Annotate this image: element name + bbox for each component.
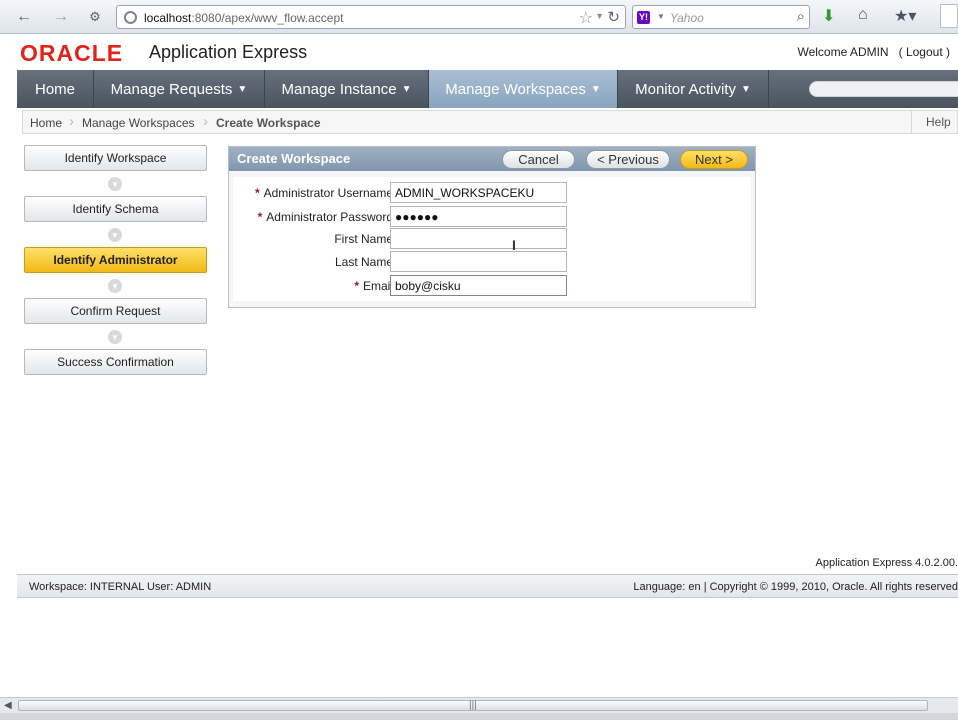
workspace-info: Workspace: INTERNAL User: ADMIN xyxy=(29,581,212,593)
step-arrow-icon: ▼ xyxy=(108,228,122,242)
browser-search-bar[interactable]: Y! ▼ Yahoo ⌕ xyxy=(632,5,810,29)
breadcrumb-home[interactable]: Home xyxy=(30,116,62,130)
back-arrow-icon[interactable]: ← xyxy=(13,6,35,28)
site-identity-icon[interactable]: ⚙ xyxy=(84,6,106,28)
field-label: * Administrator Password xyxy=(257,210,393,224)
create-workspace-region: Create Workspace Cancel < Previous Next … xyxy=(228,146,756,308)
region-title: Create Workspace xyxy=(237,151,351,166)
tab-search-input[interactable] xyxy=(809,81,958,97)
scrollbar-thumb[interactable]: ||| xyxy=(18,700,928,711)
help-link[interactable]: Help xyxy=(911,111,957,133)
logout-link[interactable]: ( Logout ) xyxy=(899,45,950,59)
address-bar[interactable]: localhost:8080/apex/wwv_flow.accept ☆ ▼ … xyxy=(116,5,626,29)
star-icon[interactable]: ☆ xyxy=(579,8,593,28)
administrator-password-input[interactable] xyxy=(390,206,567,227)
field-label: * Email xyxy=(354,279,393,293)
tab-manage-requests[interactable]: Manage Requests ▼ xyxy=(94,70,265,108)
step-label: Identify Schema xyxy=(72,202,159,216)
form-row-last-name: Last Name xyxy=(233,251,573,274)
form-row-first-name: First Name xyxy=(233,228,573,251)
wizard-step-confirm-request: Confirm Request xyxy=(24,298,207,324)
field-label: First Name xyxy=(334,232,393,246)
version-text: Application Express 4.0.2.00. xyxy=(815,557,958,569)
home-icon[interactable]: ⌂ xyxy=(858,6,868,24)
search-engine-placeholder: Yahoo xyxy=(670,11,704,25)
tab-monitor-activity[interactable]: Monitor Activity ▼ xyxy=(618,70,769,108)
scroll-left-arrow-icon[interactable]: ◀ xyxy=(4,700,12,711)
required-marker: * xyxy=(254,186,260,200)
wizard-step-identify-workspace: Identify Workspace xyxy=(24,145,207,171)
next-button[interactable]: Next > xyxy=(680,150,748,169)
apex-header: ORACLE Application Express Welcome ADMIN… xyxy=(0,34,958,70)
app-title: Application Express xyxy=(149,42,308,62)
status-bar xyxy=(0,713,958,720)
welcome-text: Welcome ADMIN xyxy=(797,45,889,59)
reload-icon[interactable]: ↻ xyxy=(607,8,620,26)
step-arrow-icon: ▼ xyxy=(108,177,122,191)
oracle-logo: ORACLE xyxy=(20,40,124,66)
caret-down-icon: ▼ xyxy=(590,83,601,95)
tab-manage-workspaces[interactable]: Manage Workspaces ▼ xyxy=(429,70,618,108)
administrator-username-input[interactable] xyxy=(390,182,567,203)
browser-toolbar: ← → ⚙ localhost:8080/apex/wwv_flow.accep… xyxy=(0,0,958,34)
required-marker: * xyxy=(257,210,263,224)
field-label: Last Name xyxy=(334,255,393,269)
first-name-input[interactable] xyxy=(390,228,567,249)
field-label: * Administrator Username xyxy=(254,186,393,200)
caret-down-icon: ▼ xyxy=(237,83,248,95)
form-row-username: * Administrator Username xyxy=(233,182,573,205)
form-row-email: * Email xyxy=(233,275,573,298)
cancel-button[interactable]: Cancel xyxy=(502,150,575,169)
globe-icon xyxy=(124,11,137,24)
tab-label: Monitor Activity xyxy=(635,80,736,98)
url-text[interactable]: localhost:8080/apex/wwv_flow.accept xyxy=(144,11,343,25)
tab-label: Manage Instance xyxy=(281,80,397,98)
tab-label: Manage Requests xyxy=(110,80,233,98)
download-icon[interactable]: ⬇ xyxy=(822,6,835,26)
breadcrumb-current: Create Workspace xyxy=(216,116,321,130)
step-label: Identify Administrator xyxy=(53,253,178,267)
breadcrumb-separator-icon: › xyxy=(203,113,208,130)
welcome-area: Welcome ADMIN ( Logout ) xyxy=(797,45,950,59)
last-name-input[interactable] xyxy=(390,251,567,272)
search-icon[interactable]: ⌕ xyxy=(797,8,805,25)
email-field[interactable] xyxy=(390,275,567,296)
form-row-password: * Administrator Password xyxy=(233,206,573,229)
step-label: Success Confirmation xyxy=(57,355,174,369)
region-header: Create Workspace Cancel < Previous Next … xyxy=(229,147,755,171)
wizard-step-success-confirmation: Success Confirmation xyxy=(24,349,207,375)
footer: Workspace: INTERNAL User: ADMIN Language… xyxy=(17,574,958,598)
step-label: Confirm Request xyxy=(70,304,161,318)
grip-icon: ||| xyxy=(469,700,477,711)
tab-manage-instance[interactable]: Manage Instance ▼ xyxy=(265,70,429,108)
step-arrow-icon: ▼ xyxy=(108,330,122,344)
breadcrumb-manage-workspaces[interactable]: Manage Workspaces xyxy=(82,116,195,130)
caret-down-icon: ▼ xyxy=(740,83,751,95)
wizard-step-identify-schema: Identify Schema xyxy=(24,196,207,222)
main-tabs: Home Manage Requests ▼ Manage Instance ▼ M… xyxy=(17,70,958,108)
chevron-down-icon[interactable]: ▼ xyxy=(595,11,604,21)
bookmark-icon[interactable]: ★▾ xyxy=(894,6,916,26)
breadcrumb-separator-icon: › xyxy=(69,113,74,130)
tab-home[interactable]: Home xyxy=(17,70,94,108)
required-marker: * xyxy=(354,279,359,293)
administrator-form: *Administrator Username *Administrator P… xyxy=(233,177,751,301)
caret-down-icon: ▼ xyxy=(401,83,412,95)
menu-button[interactable] xyxy=(940,4,958,28)
breadcrumb: Home › Manage Workspaces › Create Worksp… xyxy=(22,110,958,134)
step-arrow-icon: ▼ xyxy=(108,279,122,293)
language-copyright: Language: en | Copyright © 1999, 2010, O… xyxy=(633,581,958,593)
step-label: Identify Workspace xyxy=(64,151,167,165)
chevron-down-icon[interactable]: ▼ xyxy=(657,12,665,21)
tab-label: Manage Workspaces xyxy=(445,80,586,98)
tab-label: Home xyxy=(34,80,75,98)
horizontal-scrollbar[interactable]: ◀ ||| xyxy=(0,697,958,713)
wizard-step-identify-administrator: Identify Administrator xyxy=(24,247,207,273)
text-cursor-icon: I xyxy=(512,237,516,253)
yahoo-logo[interactable]: Y! xyxy=(637,11,650,24)
previous-button[interactable]: < Previous xyxy=(586,150,670,169)
forward-arrow-icon[interactable]: → xyxy=(50,6,72,28)
